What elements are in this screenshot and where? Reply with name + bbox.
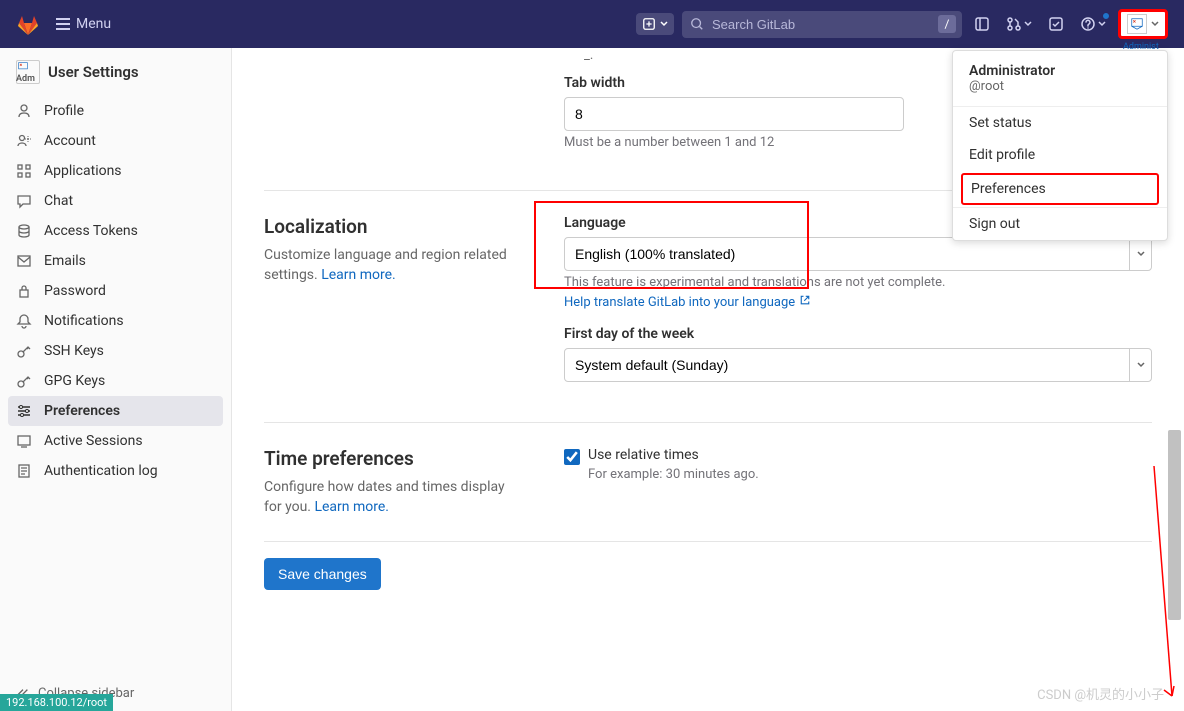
- avatar-icon: Adm: [16, 60, 40, 84]
- sidebar: Adm User Settings Profile Account Applic…: [0, 48, 232, 711]
- new-button[interactable]: [636, 13, 674, 35]
- firstday-select[interactable]: System default (Sunday): [564, 348, 1152, 382]
- token-icon: [16, 223, 32, 239]
- translate-link[interactable]: Help translate GitLab into your language: [564, 295, 811, 310]
- avatar-icon: [1127, 14, 1147, 34]
- key-icon: [16, 373, 32, 389]
- issues-icon[interactable]: [970, 12, 994, 36]
- sidebar-item-profile[interactable]: Profile: [0, 96, 231, 126]
- sidebar-item-notifications[interactable]: Notifications: [0, 306, 231, 336]
- chevron-down-icon: [660, 20, 668, 28]
- annotation-box: Preferences: [961, 173, 1159, 205]
- preferences-icon: [16, 403, 32, 419]
- sidebar-item-access-tokens[interactable]: Access Tokens: [0, 216, 231, 246]
- dropdown-preferences[interactable]: Preferences: [963, 175, 1157, 203]
- user-dropdown: Administrator @root Set status Edit prof…: [952, 50, 1168, 241]
- dropdown-sign-out[interactable]: Sign out: [953, 208, 1167, 240]
- localization-learn-link[interactable]: Learn more.: [321, 267, 396, 283]
- chevron-down-icon: [1098, 20, 1106, 28]
- todos-icon[interactable]: [1044, 12, 1068, 36]
- lock-icon: [16, 283, 32, 299]
- sessions-icon: [16, 433, 32, 449]
- hamburger-icon: [56, 18, 70, 30]
- relative-times-label: Use relative times: [588, 447, 699, 463]
- account-icon: [16, 133, 32, 149]
- sidebar-item-preferences[interactable]: Preferences: [8, 396, 223, 426]
- save-button[interactable]: Save changes: [264, 558, 381, 590]
- log-icon: [16, 463, 32, 479]
- search-icon: [690, 17, 704, 31]
- localization-title: Localization: [264, 215, 524, 238]
- external-link-icon: [799, 294, 811, 306]
- sidebar-header: Adm User Settings: [0, 48, 231, 96]
- dropdown-edit-profile[interactable]: Edit profile: [953, 139, 1167, 171]
- chevron-down-icon: [1129, 238, 1151, 270]
- relative-times-help: For example: 30 minutes ago.: [588, 467, 1152, 482]
- search-input[interactable]: [682, 11, 962, 38]
- sidebar-item-gpg-keys[interactable]: GPG Keys: [0, 366, 231, 396]
- merge-requests-icon[interactable]: [1002, 12, 1036, 36]
- firstday-label: First day of the week: [564, 326, 1152, 342]
- chevron-down-icon: [1129, 349, 1151, 381]
- sidebar-item-emails[interactable]: Emails: [0, 246, 231, 276]
- key-icon: [16, 343, 32, 359]
- sidebar-item-auth-log[interactable]: Authentication log: [0, 456, 231, 486]
- plus-icon: [642, 17, 656, 31]
- dropdown-set-status[interactable]: Set status: [953, 107, 1167, 139]
- time-learn-link[interactable]: Learn more.: [314, 499, 389, 515]
- tabwidth-input[interactable]: [564, 97, 904, 131]
- search-wrap: /: [682, 11, 962, 38]
- dropdown-user-name: Administrator: [969, 63, 1151, 79]
- slash-shortcut: /: [938, 15, 956, 33]
- applications-icon: [16, 163, 32, 179]
- sidebar-item-account[interactable]: Account: [0, 126, 231, 156]
- profile-icon: [16, 103, 32, 119]
- email-icon: [16, 253, 32, 269]
- sidebar-item-password[interactable]: Password: [0, 276, 231, 306]
- language-help1: This feature is experimental and transla…: [564, 275, 1152, 290]
- dropdown-user-handle: @root: [969, 79, 1151, 94]
- menu-button[interactable]: Menu: [48, 12, 119, 36]
- chevron-down-icon: [1151, 20, 1159, 28]
- sidebar-item-ssh-keys[interactable]: SSH Keys: [0, 336, 231, 366]
- relative-times-checkbox[interactable]: [564, 449, 580, 465]
- watermark: CSDN @机灵的小小子: [1037, 684, 1164, 703]
- chat-icon: [16, 193, 32, 209]
- bell-icon: [16, 313, 32, 329]
- chevron-down-icon: [1024, 20, 1032, 28]
- menu-label: Menu: [76, 16, 111, 32]
- language-select[interactable]: English (100% translated): [564, 237, 1152, 271]
- sidebar-item-active-sessions[interactable]: Active Sessions: [0, 426, 231, 456]
- sidebar-item-applications[interactable]: Applications: [0, 156, 231, 186]
- sidebar-title: User Settings: [48, 63, 139, 81]
- gitlab-logo: [16, 12, 40, 36]
- sidebar-item-chat[interactable]: Chat: [0, 186, 231, 216]
- scrollbar-thumb[interactable]: [1168, 430, 1181, 620]
- topbar: Menu / Administ: [0, 0, 1184, 48]
- notification-dot: [1102, 12, 1110, 20]
- status-bar-url: 192.168.100.12/root: [0, 694, 113, 711]
- help-icon[interactable]: [1076, 12, 1110, 36]
- user-menu-button[interactable]: Administ: [1118, 9, 1168, 39]
- time-title: Time preferences: [264, 447, 524, 470]
